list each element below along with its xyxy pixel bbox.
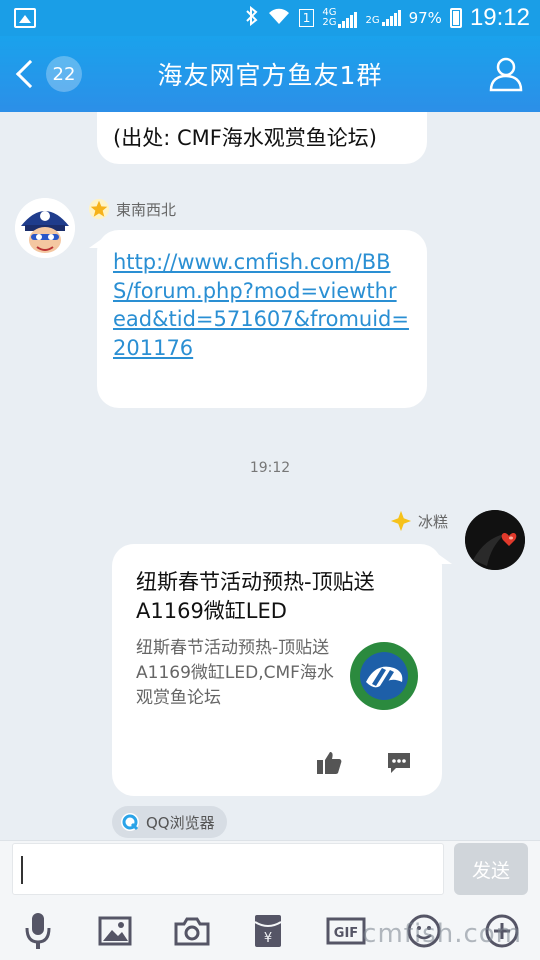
message-bubble[interactable]: (出处: CMF海水观赏鱼论坛) — [97, 112, 427, 164]
qq-browser-icon — [121, 813, 139, 831]
group-title: 海友网官方鱼友1群 — [157, 61, 383, 90]
signal-bars-icon — [338, 12, 358, 28]
text-caret — [21, 856, 23, 884]
bluetooth-icon — [245, 5, 259, 30]
input-bar: 发送 ¥ GIF cmfish.com — [0, 840, 540, 960]
battery-percent: 97% — [408, 9, 442, 27]
member-star-icon — [88, 198, 110, 220]
microphone-icon[interactable] — [20, 911, 56, 951]
group-members-icon[interactable] — [486, 56, 526, 92]
thumbs-up-icon[interactable] — [316, 750, 342, 776]
status-icons: 1 4G 2G 2G 97% 19:12 — [245, 4, 530, 32]
battery-icon — [449, 8, 462, 28]
unread-count-badge: 22 — [46, 56, 82, 92]
wifi-icon — [267, 6, 291, 30]
chevron-left-icon — [15, 59, 45, 89]
comment-icon[interactable] — [386, 750, 412, 776]
status-bar: 1 4G 2G 2G 97% 19:12 — [0, 0, 540, 36]
source-app-badge[interactable]: QQ浏览器 — [112, 806, 227, 838]
chat-area[interactable]: (出处: CMF海水观赏鱼论坛) 東南西北 http://www.cmfish.… — [0, 112, 540, 840]
message-text: (出处: CMF海水观赏鱼论坛) — [113, 126, 377, 150]
avatar[interactable] — [465, 510, 525, 570]
camera-icon[interactable] — [174, 911, 210, 951]
watermark: cmfish.com — [362, 919, 522, 949]
chat-header: 22 海友网官方鱼友1群 — [0, 36, 540, 112]
member-star-icon — [390, 510, 412, 532]
back-button[interactable]: 22 — [12, 54, 82, 94]
network-type-1: 4G 2G — [322, 8, 358, 28]
sim-indicator: 1 — [298, 9, 315, 27]
sender-label: 東南西北 — [116, 200, 177, 219]
message-input[interactable] — [12, 843, 444, 895]
send-button[interactable]: 发送 — [454, 843, 528, 895]
avatar[interactable] — [15, 198, 75, 258]
network-type-2: 2G — [365, 10, 401, 26]
shared-link-card[interactable]: 纽斯春节活动预热-顶贴送A1169微缸LED 纽斯春节活动预热-顶贴送A1169… — [112, 544, 452, 796]
red-packet-icon[interactable]: ¥ — [250, 911, 286, 951]
message-link[interactable]: http://www.cmfish.com/BBS/forum.php?mod=… — [113, 248, 409, 362]
clock: 19:12 — [469, 4, 530, 31]
image-icon[interactable] — [97, 911, 133, 951]
sender-label: 冰糕 — [418, 512, 449, 531]
message-bubble[interactable]: http://www.cmfish.com/BBS/forum.php?mod=… — [89, 230, 427, 408]
cmfish-logo — [346, 638, 422, 714]
card-description: 纽斯春节活动预热-顶贴送A1169微缸LED,CMF海水观赏鱼论坛 — [136, 638, 334, 708]
svg-text:GIF: GIF — [334, 926, 358, 941]
source-app-label: QQ浏览器 — [146, 813, 215, 832]
gallery-notification-icon — [14, 8, 36, 28]
sender-name: 冰糕 — [390, 510, 448, 532]
sender-name: 東南西北 — [88, 198, 176, 220]
message-timestamp: 19:12 — [249, 460, 291, 476]
card-title: 纽斯春节活动预热-顶贴送A1169微缸LED — [136, 570, 375, 623]
signal-bars-icon — [381, 10, 401, 26]
svg-text:¥: ¥ — [264, 931, 272, 946]
